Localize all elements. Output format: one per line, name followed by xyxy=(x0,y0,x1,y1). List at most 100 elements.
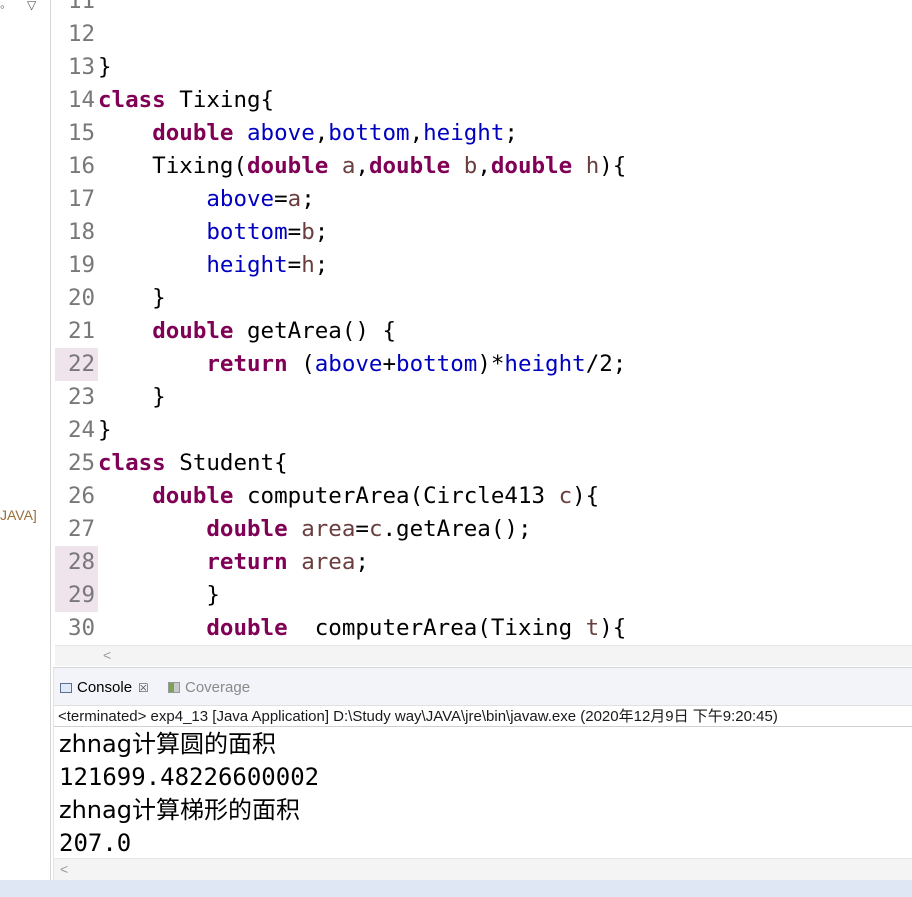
code-token: area xyxy=(301,549,356,575)
scroll-left-arrow-icon[interactable]: < xyxy=(103,647,111,663)
code-token: double xyxy=(206,615,288,641)
code-token: b xyxy=(301,219,315,245)
code-token: = xyxy=(274,186,288,212)
code-line[interactable]: 29 } xyxy=(55,579,626,612)
code-token: double xyxy=(152,483,234,509)
console-horizontal-scrollbar[interactable]: < xyxy=(54,858,912,881)
code-token: bottom xyxy=(396,351,478,377)
line-number: 27 xyxy=(68,516,96,542)
code-token: ( xyxy=(287,351,315,377)
code-text: height=h; xyxy=(98,252,328,278)
code-token: } xyxy=(98,285,166,311)
project-label[interactable]: JAVA] xyxy=(0,506,37,524)
code-token: return xyxy=(206,549,288,575)
code-line[interactable]: 14 class Tixing{ xyxy=(55,84,626,117)
code-line[interactable]: 27 double area=c.getArea(); xyxy=(55,513,626,546)
code-token: , xyxy=(355,153,369,179)
divider xyxy=(54,726,912,727)
code-line[interactable]: 26 double computerArea(Circle413 c){ xyxy=(55,480,626,513)
code-token: double xyxy=(206,516,288,542)
code-line[interactable]: 13} xyxy=(55,51,626,84)
code-token: a xyxy=(287,186,302,212)
line-number: 16 xyxy=(68,153,96,179)
code-line[interactable]: 22 return (above+bottom)*height/2; xyxy=(55,348,626,381)
close-icon[interactable]: ☒ xyxy=(138,681,149,695)
code-text: class Student{ xyxy=(98,450,288,476)
console-tab-bar: Console ☒ Coverage xyxy=(54,668,912,706)
code-line[interactable]: 30 double computerArea(Tixing t){ xyxy=(55,612,626,645)
code-line[interactable]: 20 } xyxy=(55,282,626,315)
line-number: 26 xyxy=(68,483,96,509)
code-token: )* xyxy=(477,351,505,377)
code-line[interactable]: 24} xyxy=(55,414,626,447)
code-line[interactable]: 16 Tixing(double a,double b,double h){ xyxy=(55,150,626,183)
chevron-down-icon[interactable]: ▽ xyxy=(27,0,36,12)
console-panel: Console ☒ Coverage <terminated> exp4_13 [… xyxy=(53,667,912,881)
code-text: } xyxy=(98,54,112,80)
line-number: 30 xyxy=(68,615,96,641)
code-text: } xyxy=(98,417,112,443)
code-token: bottom xyxy=(328,120,410,146)
line-number: 15 xyxy=(68,120,96,146)
code-token: double xyxy=(247,153,329,179)
code-line[interactable]: 15 double above,bottom,height; xyxy=(55,117,626,150)
tab-coverage[interactable]: Coverage xyxy=(168,676,250,700)
code-text: class Tixing{ xyxy=(98,87,274,113)
code-token: area xyxy=(301,516,356,542)
code-token: ){ xyxy=(572,483,600,509)
status-bar xyxy=(0,880,912,897)
code-line[interactable]: 11 xyxy=(55,0,626,18)
code-line[interactable]: 25 class Student{ xyxy=(55,447,626,480)
code-token: above xyxy=(314,351,383,377)
code-text: return (above+bottom)*height/2; xyxy=(98,351,626,377)
code-text: bottom=b; xyxy=(98,219,328,245)
code-token: ){ xyxy=(599,153,627,179)
code-token: height xyxy=(206,252,288,278)
code-token: .getArea(); xyxy=(382,516,532,542)
code-token: Student{ xyxy=(165,450,288,476)
code-token: ; xyxy=(314,219,329,245)
code-line[interactable]: 17 above=a; xyxy=(55,183,626,216)
editor-horizontal-scrollbar[interactable]: < xyxy=(55,645,912,666)
code-line[interactable]: 12 xyxy=(55,18,626,51)
view-menu-icon[interactable]: ◦ xyxy=(0,0,5,14)
line-number: 20 xyxy=(68,285,96,311)
console-icon xyxy=(60,683,72,693)
tab-console[interactable]: Console ☒ xyxy=(60,676,149,700)
code-editor[interactable]: 11 12 13} 14 class Tixing{15 double above,bo… xyxy=(55,0,912,664)
line-number: 11 xyxy=(68,0,96,14)
code-line[interactable]: 21 double getArea() { xyxy=(55,315,626,348)
code-text: above=a; xyxy=(98,186,314,212)
line-number: 23 xyxy=(68,384,96,410)
code-lines: 11 12 13} 14 class Tixing{15 double above,bo… xyxy=(55,0,626,645)
code-token: t xyxy=(585,615,600,641)
console-output-line: zhnag计算梯形的面积 xyxy=(59,796,300,824)
code-line[interactable]: 28 return area; xyxy=(55,546,626,579)
code-token: } xyxy=(98,582,220,608)
code-token: } xyxy=(98,384,166,410)
code-line[interactable]: 18 bottom=b; xyxy=(55,216,626,249)
code-token: } xyxy=(98,417,112,443)
code-token: getArea() { xyxy=(233,318,397,344)
line-number: 24 xyxy=(68,417,96,443)
code-text: Tixing(double a,double b,double h){ xyxy=(98,153,626,179)
code-token: double xyxy=(368,153,451,179)
code-token: class xyxy=(98,450,166,476)
code-line[interactable]: 19 height=h; xyxy=(55,249,626,282)
console-output-line: zhnag计算圆的面积 xyxy=(59,730,276,758)
code-text: double getArea() { xyxy=(98,318,396,344)
line-number: 22 xyxy=(55,348,98,381)
line-number: 12 xyxy=(68,21,96,47)
code-line[interactable]: 23 } xyxy=(55,381,626,414)
code-token: + xyxy=(382,351,397,377)
scroll-left-arrow-icon[interactable]: < xyxy=(60,861,68,877)
code-token: = xyxy=(287,219,302,245)
package-explorer-strip: ◦ ▽ JAVA] xyxy=(0,0,51,880)
code-token: height xyxy=(504,351,586,377)
